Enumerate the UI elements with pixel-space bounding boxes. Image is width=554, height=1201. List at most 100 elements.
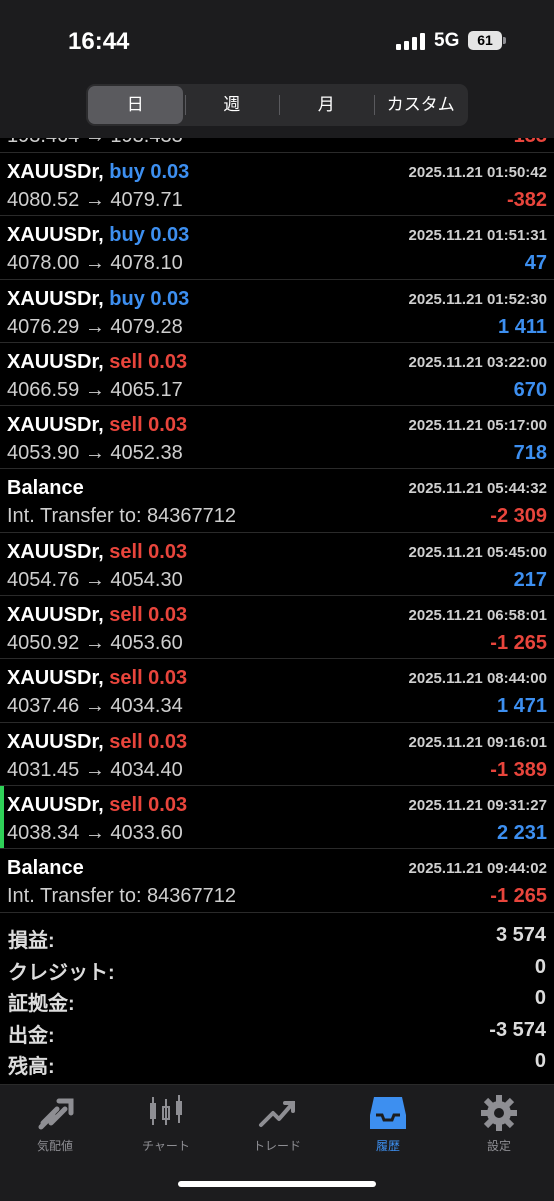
deal-side: sell 0.03 bbox=[109, 793, 188, 816]
chart-icon bbox=[111, 1093, 221, 1133]
tab-label: トレード bbox=[252, 1139, 301, 1153]
history-icon bbox=[333, 1093, 443, 1133]
deal-prices: 4053.90 → 4052.38 bbox=[7, 442, 183, 465]
deal-symbol: XAUUSDr, bbox=[7, 414, 104, 437]
summary-value: 0 bbox=[534, 955, 546, 978]
tab-period-2[interactable]: 月 bbox=[279, 84, 374, 126]
battery-icon: 61 bbox=[468, 31, 502, 50]
deal-prices: 4066.59 → 4065.17 bbox=[7, 378, 183, 401]
deal-prices: 193.464 → 193.433 bbox=[7, 138, 183, 148]
deal-symbol: Balance bbox=[7, 477, 84, 500]
deal-row[interactable]: Balance Int. Transfer to: 84367712 2025.1… bbox=[0, 469, 554, 533]
deal-prices: Int. Transfer to: 84367712 bbox=[7, 885, 237, 908]
summary-label: 残高: bbox=[8, 1056, 55, 1078]
quotes-icon bbox=[0, 1093, 110, 1133]
home-indicator bbox=[178, 1181, 376, 1187]
summary-label: 出金: bbox=[8, 1024, 55, 1047]
summary-value: 3 574 bbox=[495, 924, 546, 946]
tab-period-0[interactable]: 日 bbox=[88, 86, 183, 124]
deal-symbol: XAUUSDr, bbox=[7, 287, 104, 310]
deal-title: XAUUSDr, buy 0.03 bbox=[7, 224, 189, 247]
settings-icon bbox=[444, 1093, 554, 1133]
tab-quotes[interactable]: 気配値 bbox=[0, 1093, 110, 1154]
deal-side: sell 0.03 bbox=[109, 604, 188, 627]
deal-title: XAUUSDr, sell 0.03 bbox=[7, 604, 187, 627]
deal-symbol: XAUUSDr, bbox=[7, 161, 104, 183]
tab-chart[interactable]: チャート bbox=[111, 1093, 221, 1154]
deal-datetime: 2025.11.21 09:31:27 bbox=[408, 796, 547, 814]
deal-profit: 47 bbox=[524, 252, 547, 275]
deal-row[interactable]: 193.464 → 193.433 -133 bbox=[0, 138, 554, 153]
tab-label: チャート bbox=[142, 1139, 190, 1153]
tab-period-1[interactable]: 週 bbox=[184, 84, 280, 126]
deal-prices: 4037.46 → 4034.34 bbox=[7, 695, 183, 718]
summary-value: -3 574 bbox=[489, 1018, 546, 1041]
deal-datetime: 2025.11.21 03:22:00 bbox=[408, 353, 547, 371]
deal-prices: 4078.00 → 4078.10 bbox=[7, 252, 183, 275]
deal-profit: -1 265 bbox=[490, 885, 547, 908]
deal-profit: 2 231 bbox=[496, 821, 547, 844]
summary-value: 0 bbox=[534, 987, 546, 1009]
summary-label: 証拠金: bbox=[8, 993, 75, 1015]
tab-settings[interactable]: 設定 bbox=[444, 1093, 554, 1154]
deal-datetime: 2025.11.21 05:45:00 bbox=[408, 543, 547, 561]
deal-symbol: XAUUSDr, bbox=[7, 540, 104, 563]
deal-datetime: 2025.11.21 06:58:01 bbox=[408, 607, 547, 625]
deal-profit: -382 bbox=[506, 189, 547, 211]
period-segmented-control: 日週月カスタム bbox=[86, 84, 468, 126]
summary-row: 証拠金: 0 bbox=[0, 985, 554, 1017]
deal-row[interactable]: XAUUSDr, sell 0.03 4053.90 → 4052.38 2025.… bbox=[0, 406, 554, 470]
tab-label: 設定 bbox=[486, 1139, 511, 1153]
deal-title: XAUUSDr, sell 0.03 bbox=[7, 414, 187, 437]
deal-datetime: 2025.11.21 08:44:00 bbox=[408, 670, 547, 688]
deal-row[interactable]: XAUUSDr, sell 0.03 4066.59 → 4065.17 2025.… bbox=[0, 343, 554, 407]
deal-prices: 4050.92 → 4053.60 bbox=[7, 632, 183, 655]
deal-row[interactable]: XAUUSDr, sell 0.03 4037.46 → 4034.34 2025.… bbox=[0, 659, 554, 723]
summary-row: 損益: 3 574 bbox=[0, 922, 554, 954]
summary-row: クレジット: 0 bbox=[0, 954, 554, 986]
deal-title: XAUUSDr, sell 0.03 bbox=[7, 667, 187, 690]
deal-profit: -1 265 bbox=[490, 632, 547, 655]
deal-prices: 4054.76 → 4054.30 bbox=[7, 568, 183, 591]
signal-icon bbox=[396, 33, 426, 50]
status-bar: 16:44 5G 61 bbox=[0, 0, 554, 80]
deal-row[interactable]: Balance Int. Transfer to: 84367712 2025.1… bbox=[0, 849, 554, 913]
deal-row[interactable]: XAUUSDr, sell 0.03 4031.45 → 4034.40 2025.… bbox=[0, 723, 554, 786]
deal-profit: 718 bbox=[513, 442, 547, 465]
deal-datetime: 2025.11.21 01:50:42 bbox=[408, 164, 547, 181]
tab-period-3[interactable]: カスタム bbox=[373, 84, 469, 126]
battery-tip bbox=[503, 37, 506, 44]
deal-row[interactable]: XAUUSDr, buy 0.03 4080.52 → 4079.71 2025.1… bbox=[0, 153, 554, 217]
tab-label: 履歴 bbox=[375, 1139, 400, 1153]
deal-prices: 4031.45 → 4034.40 bbox=[7, 758, 183, 781]
deal-datetime: 2025.11.21 01:51:31 bbox=[408, 227, 547, 245]
deal-symbol: XAUUSDr, bbox=[7, 793, 104, 816]
deal-title: XAUUSDr, sell 0.03 bbox=[7, 794, 187, 817]
summary-row: 出金: -3 574 bbox=[0, 1017, 554, 1049]
deal-side: sell 0.03 bbox=[109, 540, 188, 563]
deal-prices: 4080.52 → 4079.71 bbox=[7, 189, 183, 211]
deal-side: sell 0.03 bbox=[109, 667, 188, 690]
deal-side: buy 0.03 bbox=[109, 287, 190, 310]
deal-title: XAUUSDr, sell 0.03 bbox=[7, 541, 187, 564]
deal-datetime: 2025.11.21 05:17:00 bbox=[408, 417, 547, 435]
period-selector-bar: 日週月カスタム bbox=[0, 80, 554, 138]
deal-symbol: XAUUSDr, bbox=[7, 730, 104, 753]
deal-prices: 4038.34 → 4033.60 bbox=[7, 821, 183, 844]
summary-row: 残高: 0 bbox=[0, 1048, 554, 1080]
deal-row[interactable]: XAUUSDr, buy 0.03 4076.29 → 4079.28 2025.1… bbox=[0, 280, 554, 343]
deal-row[interactable]: XAUUSDr, sell 0.03 4054.76 → 4054.30 2025.… bbox=[0, 533, 554, 597]
deal-title: XAUUSDr, buy 0.03 bbox=[7, 161, 189, 184]
deal-row[interactable]: XAUUSDr, sell 0.03 4050.92 → 4053.60 2025.… bbox=[0, 596, 554, 660]
deal-side: buy 0.03 bbox=[109, 161, 190, 183]
history-list[interactable]: 193.464 → 193.433 -133 XAUUSDr, buy 0.03 40… bbox=[0, 138, 554, 913]
deal-side: sell 0.03 bbox=[109, 350, 188, 373]
deal-symbol: XAUUSDr, bbox=[7, 667, 104, 690]
tab-history[interactable]: 履歴 bbox=[333, 1093, 443, 1154]
deal-profit: 1 471 bbox=[496, 695, 547, 718]
tab-trade[interactable]: トレード bbox=[222, 1093, 332, 1154]
deal-prices: 4076.29 → 4079.28 bbox=[7, 315, 183, 338]
deal-row[interactable]: XAUUSDr, buy 0.03 4078.00 → 4078.10 2025.1… bbox=[0, 216, 554, 280]
deal-row[interactable]: XAUUSDr, sell 0.03 4038.34 → 4033.60 2025.… bbox=[0, 785, 554, 850]
deal-profit: -2 309 bbox=[490, 505, 547, 528]
